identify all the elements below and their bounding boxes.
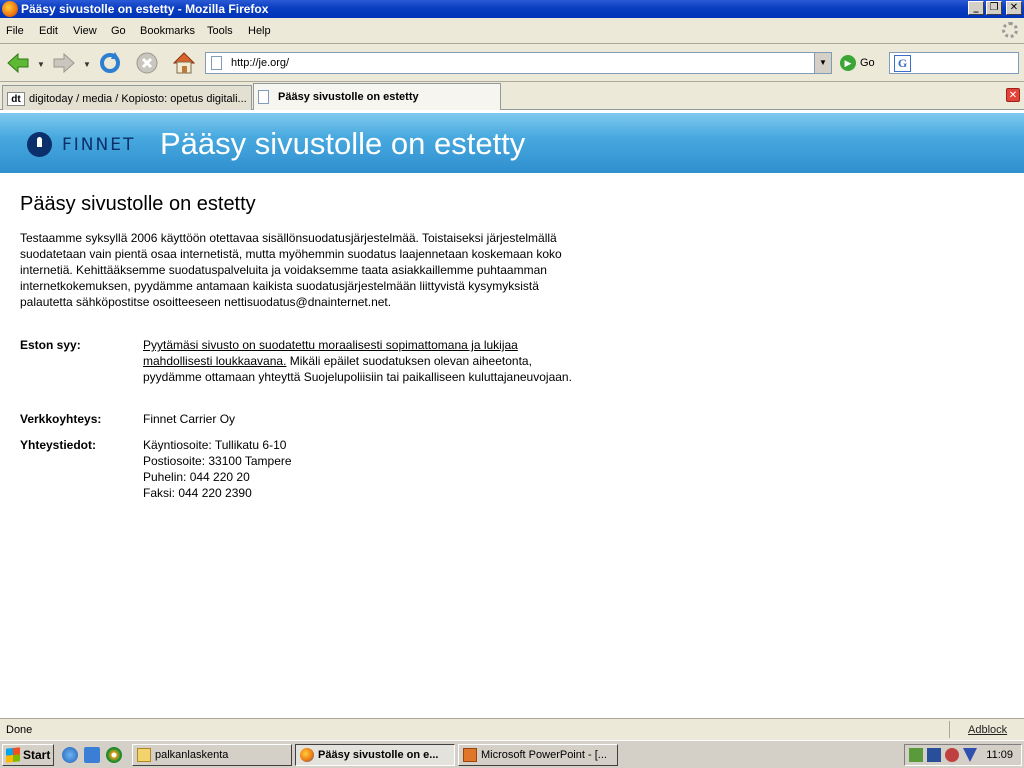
- home-icon: [172, 52, 196, 74]
- url-history-dropdown-icon[interactable]: ▼: [814, 53, 831, 73]
- home-button[interactable]: [171, 50, 197, 76]
- window-title-bar[interactable]: Pääsy sivustolle on estetty - Mozilla Fi…: [0, 0, 1024, 18]
- tray-vpn-icon[interactable]: [963, 748, 977, 762]
- search-box[interactable]: G: [889, 52, 1019, 74]
- banner-title: Pääsy sivustolle on estetty: [160, 126, 526, 161]
- network-row: Verkkoyhteys: Finnet Carrier Oy: [20, 411, 590, 429]
- stop-button[interactable]: [134, 50, 160, 76]
- page-favicon-icon: [258, 90, 269, 104]
- status-divider: [949, 721, 950, 738]
- throbber-icon: [1002, 22, 1018, 38]
- forward-button[interactable]: [51, 50, 77, 76]
- taskbar-button-firefox[interactable]: Pääsy sivustolle on e...: [295, 744, 455, 766]
- contact-label: Yhteystiedot:: [20, 438, 97, 452]
- back-button[interactable]: [5, 50, 31, 76]
- menu-bookmarks[interactable]: Bookmarks: [140, 25, 195, 37]
- taskbar: Start palkanlaskenta Pääsy sivustolle on…: [0, 740, 1024, 768]
- taskbar-button-powerpoint[interactable]: Microsoft PowerPoint - [...: [458, 744, 618, 766]
- status-text: Done: [6, 724, 33, 736]
- close-tab-icon[interactable]: ✕: [1006, 88, 1020, 102]
- tab-label: digitoday / media / Kopiosto: opetus dig…: [29, 93, 247, 105]
- status-bar: Done Adblock: [0, 718, 1024, 740]
- menu-help[interactable]: Help: [248, 25, 271, 37]
- maximize-button[interactable]: ❐: [986, 1, 1002, 15]
- block-reason-row: Eston syy: Pyytämäsi sivusto on suodatet…: [20, 337, 590, 407]
- tab-blocked-page[interactable]: Pääsy sivustolle on estetty: [253, 83, 501, 111]
- url-text[interactable]: http://je.org/: [231, 57, 289, 69]
- tab-bar: dt digitoday / media / Kopiosto: opetus …: [0, 82, 1024, 111]
- block-reason-value: Pyytämäsi sivusto on suodatettu moraalis…: [143, 337, 573, 385]
- url-bar[interactable]: http://je.org/ ▼: [205, 52, 832, 74]
- start-label: Start: [23, 748, 51, 762]
- digitoday-favicon-icon: dt: [7, 92, 25, 106]
- forward-history-dropdown-icon[interactable]: ▼: [83, 60, 91, 69]
- tab-digitoday[interactable]: dt digitoday / media / Kopiosto: opetus …: [2, 85, 252, 110]
- tab-label: Pääsy sivustolle on estetty: [278, 91, 419, 103]
- block-reason-label: Eston syy:: [20, 338, 81, 352]
- go-arrow-icon: ▶: [840, 55, 856, 71]
- finnet-logo-icon: [27, 132, 52, 157]
- firefox-icon: [300, 748, 314, 762]
- menu-file[interactable]: File: [6, 25, 24, 37]
- contact-details: Käyntiosoite: Tullikatu 6-10 Postiosoite…: [143, 437, 573, 501]
- stop-icon: [136, 52, 158, 74]
- go-button[interactable]: ▶ Go: [840, 55, 875, 71]
- media-player-icon[interactable]: [106, 747, 122, 763]
- internet-explorer-icon[interactable]: [62, 747, 78, 763]
- network-label: Verkkoyhteys:: [20, 412, 102, 426]
- show-desktop-icon[interactable]: [84, 747, 100, 763]
- start-button[interactable]: Start: [2, 744, 54, 766]
- go-label: Go: [860, 57, 875, 69]
- google-search-icon[interactable]: G: [894, 55, 911, 72]
- page-content: FINNET Pääsy sivustolle on estetty Pääsy…: [0, 110, 1024, 718]
- menu-edit[interactable]: Edit: [39, 25, 58, 37]
- contact-fax: Faksi: 044 220 2390: [143, 486, 252, 500]
- system-tray: 11:09: [904, 744, 1022, 766]
- adblock-button[interactable]: Adblock: [968, 724, 1007, 736]
- intro-paragraph: Testaamme syksyllä 2006 käyttöön otettav…: [20, 231, 562, 309]
- forward-arrow-icon: [53, 52, 75, 74]
- close-button[interactable]: ✕: [1006, 1, 1022, 15]
- reload-icon: [100, 52, 120, 73]
- finnet-logo-text: FINNET: [62, 135, 136, 155]
- back-history-dropdown-icon[interactable]: ▼: [37, 60, 45, 69]
- powerpoint-icon: [463, 748, 477, 762]
- menu-go[interactable]: Go: [111, 25, 126, 37]
- page-heading: Pääsy sivustolle on estetty: [20, 193, 256, 215]
- minimize-button[interactable]: _: [968, 1, 984, 15]
- contact-row: Yhteystiedot: Käyntiosoite: Tullikatu 6-…: [20, 437, 590, 503]
- menu-bar: File Edit View Go Bookmarks Tools Help: [0, 18, 1024, 44]
- contact-postal-address: Postiosoite: 33100 Tampere: [143, 454, 292, 468]
- navigation-toolbar: ▼ ▼ http://je.org/ ▼ ▶ Go G: [0, 44, 1024, 82]
- taskbar-button-label: Microsoft PowerPoint - [...: [481, 749, 607, 761]
- tray-antivirus-icon[interactable]: [945, 748, 959, 762]
- contact-visit-address: Käyntiosoite: Tullikatu 6-10: [143, 438, 287, 452]
- windows-logo-icon: [6, 747, 20, 763]
- network-value: Finnet Carrier Oy: [143, 412, 236, 426]
- menu-view[interactable]: View: [73, 25, 97, 37]
- taskbar-button-palkanlaskenta[interactable]: palkanlaskenta: [132, 744, 292, 766]
- taskbar-button-label: palkanlaskenta: [155, 749, 229, 761]
- contact-phone: Puhelin: 044 220 20: [143, 470, 250, 484]
- back-arrow-icon: [7, 52, 29, 74]
- firefox-icon: [2, 1, 18, 17]
- folder-icon: [137, 748, 151, 762]
- menu-tools[interactable]: Tools: [207, 25, 233, 37]
- reload-button[interactable]: [97, 50, 123, 76]
- taskbar-button-label: Pääsy sivustolle on e...: [318, 749, 439, 761]
- window-title: Pääsy sivustolle on estetty - Mozilla Fi…: [21, 2, 269, 16]
- tray-security-icon[interactable]: [927, 748, 941, 762]
- clock: 11:09: [986, 749, 1013, 761]
- page-icon: [211, 56, 222, 70]
- finnet-banner: FINNET Pääsy sivustolle on estetty: [0, 113, 1024, 173]
- tray-network-icon[interactable]: [909, 748, 923, 762]
